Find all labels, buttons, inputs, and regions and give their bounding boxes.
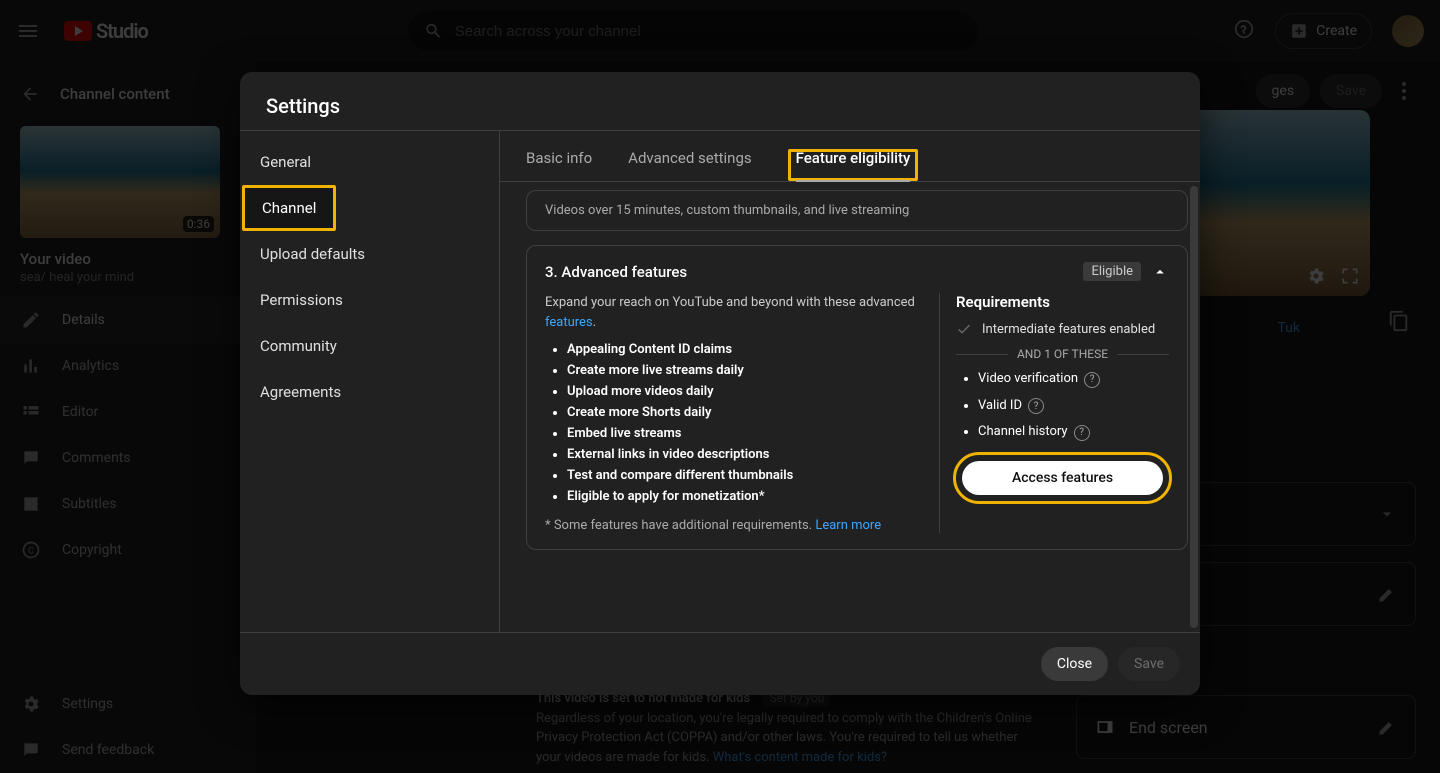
help-icon[interactable]: ?: [1084, 372, 1100, 388]
requirement-option: Channel history?: [978, 424, 1169, 441]
check-icon: [956, 321, 972, 337]
feature-item: Eligible to apply for monetization*: [567, 489, 923, 504]
tab-feature-eligibility[interactable]: Feature eligibility: [788, 149, 919, 181]
modal-nav-general[interactable]: General: [240, 139, 499, 185]
settings-modal: Settings General Channel Upload defaults…: [240, 72, 1200, 695]
modal-nav-permissions[interactable]: Permissions: [240, 277, 499, 323]
feature-item: Create more live streams daily: [567, 363, 923, 378]
modal-scroll-area: Videos over 15 minutes, custom thumbnail…: [500, 182, 1200, 632]
access-features-highlight: Access features: [956, 455, 1169, 501]
modal-title: Settings: [240, 72, 1200, 131]
modal-tabs: Basic info Advanced settings Feature eli…: [500, 131, 1200, 182]
requirement-option: Video verification?: [978, 371, 1169, 388]
help-icon[interactable]: ?: [1028, 398, 1044, 414]
eligible-badge: Eligible: [1083, 262, 1141, 281]
modal-footer: Close Save: [240, 632, 1200, 695]
features-link[interactable]: features: [545, 315, 593, 330]
requirement-intermediate: Intermediate features enabled: [956, 321, 1169, 337]
requirement-options-list: Video verification? Valid ID? Channel hi…: [956, 371, 1169, 441]
advanced-description: Expand your reach on YouTube and beyond …: [545, 293, 923, 332]
feature-item: Test and compare different thumbnails: [567, 468, 923, 483]
footnote: * Some features have additional requirem…: [545, 518, 923, 533]
modal-nav-upload-defaults[interactable]: Upload defaults: [240, 231, 499, 277]
feature-item: Create more Shorts daily: [567, 405, 923, 420]
modal-sidebar: General Channel Upload defaults Permissi…: [240, 131, 500, 632]
intermediate-features-row[interactable]: Videos over 15 minutes, custom thumbnail…: [526, 190, 1188, 231]
modal-nav-agreements[interactable]: Agreements: [240, 369, 499, 415]
requirements-title: Requirements: [956, 293, 1169, 311]
save-button[interactable]: Save: [1118, 647, 1180, 681]
tab-basic-info[interactable]: Basic info: [526, 149, 592, 181]
advanced-features-box: 3. Advanced features Eligible Expand you…: [526, 245, 1188, 550]
advanced-features-title: 3. Advanced features: [545, 263, 687, 281]
and-divider: AND 1 OF THESE: [956, 347, 1169, 361]
access-features-button[interactable]: Access features: [962, 461, 1163, 495]
modal-nav-channel[interactable]: Channel: [242, 185, 336, 231]
close-button[interactable]: Close: [1041, 647, 1108, 681]
features-list: Appealing Content ID claims Create more …: [545, 342, 923, 504]
help-icon[interactable]: ?: [1074, 425, 1090, 441]
learn-more-link[interactable]: Learn more: [815, 518, 881, 533]
feature-item: Embed live streams: [567, 426, 923, 441]
requirement-option: Valid ID?: [978, 398, 1169, 415]
chevron-up-icon[interactable]: [1151, 263, 1169, 281]
feature-item: Upload more videos daily: [567, 384, 923, 399]
scrollbar[interactable]: [1190, 186, 1198, 628]
feature-item: External links in video descriptions: [567, 447, 923, 462]
modal-nav-community[interactable]: Community: [240, 323, 499, 369]
feature-item: Appealing Content ID claims: [567, 342, 923, 357]
tab-advanced-settings[interactable]: Advanced settings: [628, 149, 751, 181]
